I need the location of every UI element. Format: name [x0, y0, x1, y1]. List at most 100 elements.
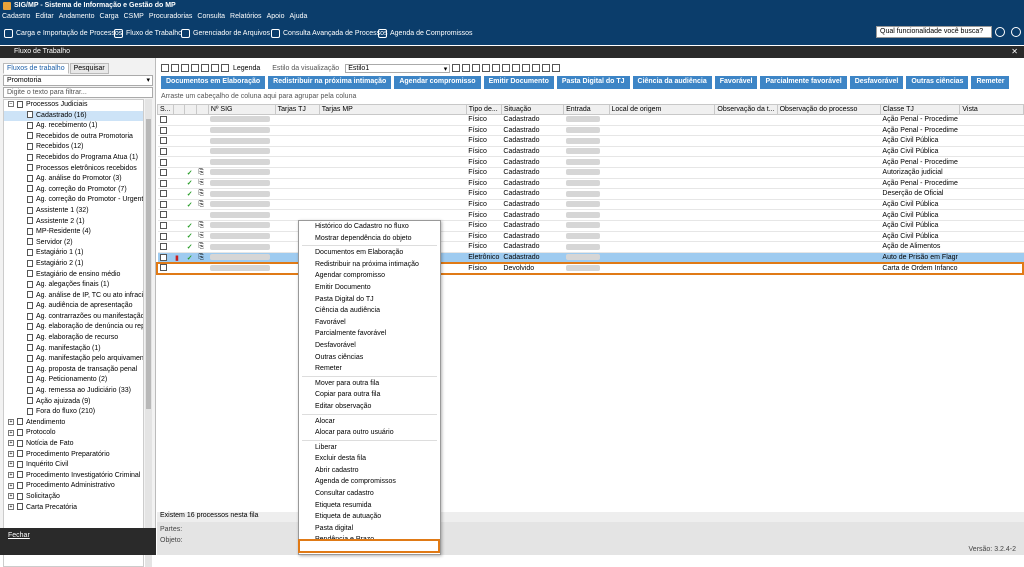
tree-item[interactable]: Ag. audiência de apresentação — [4, 301, 143, 312]
tree-root[interactable]: + Notícia de Fato — [4, 439, 143, 450]
menu-item-0[interactable]: Cadastro — [2, 13, 30, 20]
tree-root[interactable]: − Processos Judiciais — [4, 100, 143, 111]
row-checkbox[interactable] — [159, 137, 167, 145]
mail-icon[interactable] — [532, 64, 541, 72]
legend-icon[interactable] — [221, 64, 229, 72]
context-menu-item[interactable]: Abrir cadastro — [299, 465, 440, 477]
tab-fluxos[interactable]: Fluxos de trabalho — [3, 63, 69, 74]
context-menu-item[interactable]: Copiar para outra fila — [299, 389, 440, 401]
close-button[interactable]: Fechar — [0, 528, 156, 555]
context-menu-item[interactable]: Pasta digital — [299, 523, 440, 535]
action-button-10[interactable]: Remeter — [971, 76, 1010, 89]
context-menu-item[interactable]: Ciência da audiência — [299, 305, 440, 317]
row-checkbox[interactable] — [159, 126, 167, 134]
context-menu-item[interactable]: Documentos em Elaboração — [299, 247, 440, 259]
select-all-icon[interactable] — [161, 64, 169, 72]
table-row[interactable]: ✓ ⎘ Físico Cadastrado Autorização judicial — [157, 167, 1024, 179]
tree-root[interactable]: + Inquérito Civil — [4, 460, 143, 471]
context-menu-item[interactable]: Etiqueta resumida — [299, 500, 440, 512]
tree-item[interactable]: Servidor (2) — [4, 238, 143, 249]
table-row[interactable]: ✓ ⎘ Físico Cadastrado Ação Civil Pública — [157, 231, 1024, 243]
context-menu-item[interactable]: Liberar — [299, 442, 440, 454]
tree-item[interactable]: Assistente 2 (1) — [4, 217, 143, 228]
column-header[interactable]: Tipo de... — [465, 104, 502, 115]
close-icon[interactable]: ✕ — [1011, 47, 1018, 56]
table-row[interactable]: ✓ ⎘ Físico Cadastrado Ação Civil Pública — [157, 199, 1024, 211]
action-button-6[interactable]: Favorável — [714, 76, 758, 89]
context-menu-item[interactable]: Alocar para outro usuário — [299, 427, 440, 439]
tree-item[interactable]: Recebidos do Programa Atua (1) — [4, 153, 143, 164]
toolbar-item-4[interactable]: Agenda de Compromissos — [378, 29, 473, 38]
context-menu-item[interactable]: Alocar — [299, 416, 440, 428]
row-checkbox[interactable] — [159, 243, 167, 251]
refresh-icon[interactable] — [171, 64, 179, 72]
filter-input[interactable]: Digite o texto para filtrar... — [3, 87, 153, 98]
print-icon[interactable] — [472, 64, 481, 72]
tree-item[interactable]: Ag. manifestação (1) — [4, 344, 143, 355]
tree-root[interactable]: + Carta Precatória — [4, 503, 143, 514]
action-button-5[interactable]: Ciência da audiência — [632, 76, 712, 89]
expand-icon[interactable]: + — [8, 429, 14, 436]
tree-root[interactable]: + Protocolo — [4, 428, 143, 439]
column-header[interactable]: Tarjas TJ — [274, 104, 320, 115]
menu-item-6[interactable]: Consulta — [197, 13, 225, 20]
tree-item[interactable]: Recebidos de outra Promotoria — [4, 132, 143, 143]
expand-icon[interactable]: + — [8, 482, 14, 489]
menu-item-8[interactable]: Apoio — [267, 13, 285, 20]
column-header[interactable] — [196, 104, 209, 115]
context-menu-item[interactable]: Mostrar dependência do objeto — [299, 233, 440, 245]
tree-root[interactable]: + Solicitação — [4, 492, 143, 503]
context-menu-item[interactable]: Pasta Digital do TJ — [299, 294, 440, 306]
filter-icon[interactable] — [482, 64, 491, 72]
toolbar-item-3[interactable]: Consulta Avançada de Processos — [271, 29, 388, 38]
context-menu-item[interactable]: Histórico do Cadastro no fluxo — [299, 221, 440, 233]
tree-item[interactable]: Ag. análise do Promotor (3) — [4, 174, 143, 185]
tree-item[interactable]: Ação ajuizada (9) — [4, 397, 143, 408]
collapse-icon[interactable]: − — [8, 101, 14, 108]
column-header[interactable]: Local de origem — [608, 104, 716, 115]
table-icon[interactable] — [452, 64, 461, 72]
menu-item-7[interactable]: Relatórios — [230, 13, 262, 20]
tag-icon[interactable] — [512, 64, 521, 72]
table-row[interactable]: Físico Cadastrado Ação Penal - Procedime — [157, 125, 1024, 137]
table-row[interactable]: Físico Cadastrado Ação Penal - Procedime — [157, 114, 1024, 126]
action-button-2[interactable]: Agendar compromisso — [394, 76, 481, 89]
table-row[interactable]: ✓ ⎘ Físico Cadastrado Deserção de Oficial — [157, 188, 1024, 200]
report-icon[interactable] — [502, 64, 511, 72]
column-header[interactable]: Vista — [959, 104, 1024, 115]
column-header[interactable]: Observação do processo — [776, 104, 881, 115]
column-header[interactable] — [172, 104, 186, 115]
expand-icon[interactable]: + — [8, 461, 14, 468]
tree-item[interactable]: Fora do fluxo (210) — [4, 407, 143, 418]
column-header[interactable]: Observação da t... — [714, 104, 778, 115]
column-header[interactable]: Situação — [500, 104, 565, 115]
expand-icon[interactable]: + — [8, 440, 14, 447]
expand-icon[interactable]: + — [8, 493, 14, 500]
tree-item[interactable]: Ag. elaboração de recurso — [4, 333, 143, 344]
toolbar-item-0[interactable]: Carga e Importação de Processos — [4, 29, 122, 38]
users-icon[interactable] — [1011, 27, 1021, 37]
menu-item-4[interactable]: CSMP — [124, 13, 144, 20]
menu-item-5[interactable]: Procuradorias — [149, 13, 193, 20]
tree-item[interactable]: MP-Residente (4) — [4, 227, 143, 238]
expand-icon[interactable]: + — [8, 503, 14, 510]
row-checkbox[interactable] — [159, 147, 167, 155]
menu-item-1[interactable]: Editar — [35, 13, 53, 20]
table-row[interactable]: ✓ ⎘ Físico Cadastrado Ação de Alimentos — [157, 241, 1024, 253]
action-button-9[interactable]: Outras ciências — [906, 76, 969, 89]
table-row[interactable]: ✓ ⎘ Físico Cadastrado Ação Penal - Procedime — [157, 178, 1024, 190]
row-checkbox[interactable] — [159, 200, 167, 208]
tree-scrollbar[interactable] — [145, 99, 152, 567]
columns-icon[interactable] — [492, 64, 501, 72]
row-checkbox[interactable] — [159, 253, 167, 261]
action-button-1[interactable]: Redistribuir na próxima intimação — [268, 76, 392, 89]
column-header[interactable]: Tarjas MP — [318, 104, 467, 115]
tree-item[interactable]: Ag. elaboração de denúncia ou represe — [4, 322, 143, 333]
tree-root[interactable]: + Atendimento — [4, 418, 143, 429]
toolbar-item-2[interactable]: Gerenciador de Arquivos — [181, 29, 270, 38]
tree-item[interactable]: Estagiário 1 (1) — [4, 248, 143, 259]
context-menu-item[interactable]: Mover para outra fila — [299, 378, 440, 390]
column-header[interactable]: Entrada — [563, 104, 610, 115]
context-menu-item[interactable]: Agenda de compromissos — [299, 476, 440, 488]
column-header[interactable] — [184, 104, 198, 115]
